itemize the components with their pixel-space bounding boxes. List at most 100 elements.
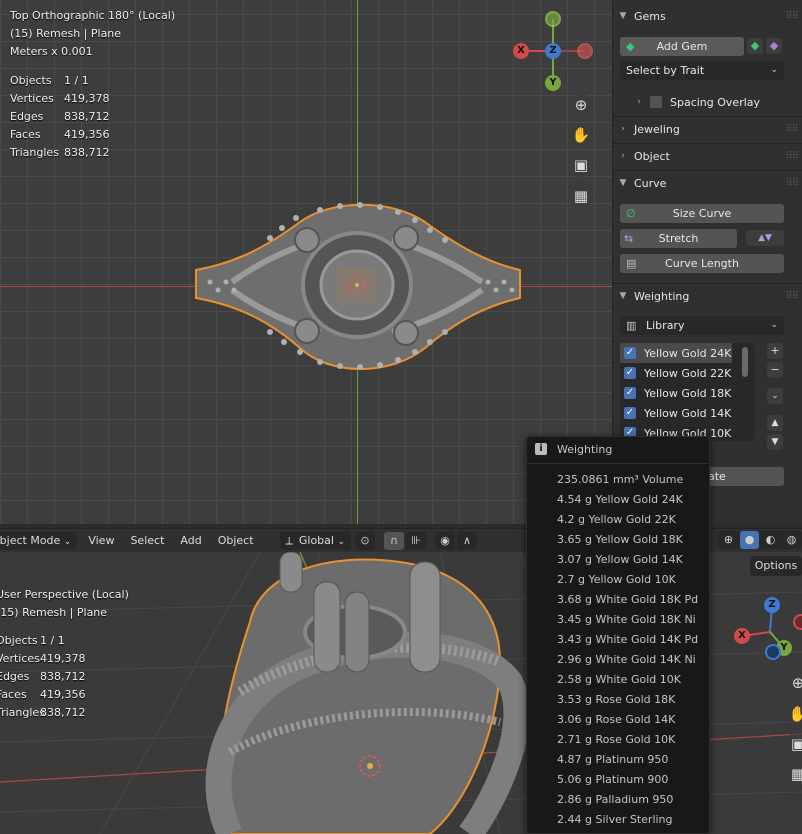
material-name: Yellow Gold 18K xyxy=(644,386,732,400)
rendered-shading-icon[interactable]: ◍ xyxy=(782,531,801,549)
weighting-panel-header[interactable]: ▼ Weighting ⠿⠿ xyxy=(616,283,799,309)
chevron-down-icon: ⌄ xyxy=(770,320,778,330)
stats-overlay: Objects 1 / 1 Vertices 419,378 Edges 838,71… xyxy=(10,72,110,162)
circle-slash-icon: ∅ xyxy=(626,207,636,220)
material-shading-icon[interactable]: ◐ xyxy=(761,531,780,549)
stretch-arrows-icon: ⇆ xyxy=(624,232,634,245)
menu-object[interactable]: Object xyxy=(210,529,262,553)
gems-panel-header[interactable]: ▼ Gems ⠿⠿ xyxy=(616,3,799,29)
pivot-point-icon[interactable]: ⊙ xyxy=(355,531,375,550)
snap-magnet-icon[interactable]: ∩ xyxy=(384,531,404,550)
stat-row: Edges 838,712 xyxy=(0,668,86,686)
curve-length-button[interactable]: ▤ Curve Length xyxy=(620,254,784,273)
list-item[interactable]: ✓ Yellow Gold 22K xyxy=(620,363,754,383)
spacing-overlay-checkbox[interactable] xyxy=(650,96,662,108)
stretch-direction-icon[interactable]: ▲▼ xyxy=(746,230,784,246)
checkbox-icon[interactable]: ✓ xyxy=(624,347,636,359)
checkbox-icon[interactable]: ✓ xyxy=(624,387,636,399)
ruler-icon: ▤ xyxy=(626,257,637,270)
snap-increment-icon[interactable]: ⊪ xyxy=(406,531,426,550)
stat-row: Vertices 419,378 xyxy=(10,90,110,108)
mode-dropdown[interactable]: Object Mode ⌄ xyxy=(0,531,78,550)
stat-value: 838,712 xyxy=(64,146,110,159)
gizmo-y-ball[interactable]: Y xyxy=(545,75,561,91)
camera-icon[interactable]: ▣ xyxy=(569,153,593,177)
material-name: Yellow Gold 22K xyxy=(644,366,732,380)
size-curve-button[interactable]: ∅ Size Curve xyxy=(620,204,784,223)
library-dropdown[interactable]: ▥ Library ⌄ xyxy=(620,316,784,335)
stat-row: Objects 1 / 1 xyxy=(10,72,110,90)
gem-green-icon[interactable]: ◆ xyxy=(747,38,763,54)
weight-row: 2.86 g Palladium 950 xyxy=(557,793,674,806)
spacing-overlay-subheader[interactable]: › Spacing Overlay xyxy=(632,89,802,115)
options-button[interactable]: Options xyxy=(750,556,802,576)
checkbox-icon[interactable]: ✓ xyxy=(624,407,636,419)
drag-grip-icon[interactable]: ⠿⠿ xyxy=(785,291,799,302)
stat-value: 419,356 xyxy=(40,688,86,701)
add-gem-button[interactable]: ◆ Add Gem xyxy=(620,37,744,56)
gizmo-x-negative[interactable] xyxy=(577,43,593,59)
gizmo-z-ball[interactable]: Z xyxy=(545,43,561,59)
drag-grip-icon[interactable]: ⠿⠿ xyxy=(785,178,799,189)
stretch-button[interactable]: ⇆ Stretch xyxy=(620,229,737,248)
stat-label: Objects xyxy=(0,634,38,647)
top-viewport[interactable]: Top Orthographic 180° (Local) (15) Remes… xyxy=(0,0,612,524)
move-down-icon[interactable]: ▼ xyxy=(767,434,783,450)
hand-pan-icon[interactable]: ✋ xyxy=(786,702,802,726)
hand-pan-icon[interactable]: ✋ xyxy=(569,123,593,147)
add-gem-label: Add Gem xyxy=(656,40,708,53)
stat-value: 1 / 1 xyxy=(64,74,89,87)
orientation-dropdown[interactable]: ⟂ Global ⌄ xyxy=(279,531,351,550)
gizmo-x-ball[interactable]: X xyxy=(513,43,529,59)
weight-row: 5.06 g Platinum 900 xyxy=(557,773,669,786)
gizmo-z-ball[interactable]: Z xyxy=(764,597,780,613)
chevron-down-icon[interactable]: ⌄ xyxy=(767,388,783,404)
falloff-curve-icon[interactable]: ∧ xyxy=(457,531,477,550)
checkbox-icon[interactable]: ✓ xyxy=(624,367,636,379)
proportional-edit-icon[interactable]: ◉ xyxy=(435,531,455,550)
select-by-trait-dropdown[interactable]: Select by Trait ⌄ xyxy=(620,61,784,80)
panel-title: Object xyxy=(634,149,670,163)
spacing-overlay-label: Spacing Overlay xyxy=(670,95,761,109)
drag-grip-icon[interactable]: ⠿⠿ xyxy=(785,124,799,135)
orientation-label: Global xyxy=(298,533,334,547)
drag-grip-icon[interactable]: ⠿⠿ xyxy=(785,151,799,162)
gizmo-z-negative[interactable] xyxy=(765,644,781,660)
object-panel-header[interactable]: › Object ⠿⠿ xyxy=(616,143,799,169)
zoom-icon[interactable]: ⊕ xyxy=(569,93,593,117)
gizmo-y-negative[interactable] xyxy=(545,11,561,27)
list-scrollbar[interactable] xyxy=(742,347,748,377)
menu-select[interactable]: Select xyxy=(122,529,172,553)
panel-title: Jeweling xyxy=(634,122,680,136)
calculate-button[interactable]: ate xyxy=(700,467,784,486)
menu-add[interactable]: Add xyxy=(172,529,209,553)
wireframe-shading-icon[interactable]: ⊕ xyxy=(719,531,738,549)
popup-header: i Weighting xyxy=(527,437,709,461)
weight-row: 2.58 g White Gold 10K xyxy=(557,673,681,686)
grid-icon[interactable]: ▦ xyxy=(569,184,593,208)
list-item[interactable]: ✓ Yellow Gold 24K xyxy=(620,343,732,363)
remove-item-icon[interactable]: − xyxy=(767,362,783,378)
transform-orientation-icon: ⟂ xyxy=(285,533,293,547)
list-item[interactable]: ✓ Yellow Gold 14K xyxy=(620,403,754,423)
solid-shading-icon[interactable]: ● xyxy=(740,531,759,549)
move-up-icon[interactable]: ▲ xyxy=(767,415,783,431)
gizmo-x-ball[interactable]: X xyxy=(734,628,750,644)
add-item-icon[interactable]: + xyxy=(767,343,783,359)
jeweling-panel-header[interactable]: › Jeweling ⠿⠿ xyxy=(616,116,799,142)
dropdown-label: Library xyxy=(646,319,685,332)
stat-label: Vertices xyxy=(0,652,40,665)
curve-panel-header[interactable]: ▼ Curve ⠿⠿ xyxy=(616,170,799,196)
gizmo-x-negative[interactable] xyxy=(793,614,802,630)
view-name-label: User Perspective (Local) xyxy=(0,588,129,601)
drag-grip-icon[interactable]: ⠿⠿ xyxy=(785,11,799,22)
menu-view[interactable]: View xyxy=(80,529,122,553)
info-icon: i xyxy=(535,443,547,455)
list-item[interactable]: ✓ Yellow Gold 18K xyxy=(620,383,754,403)
material-list[interactable]: ✓ Yellow Gold 24K ✓ Yellow Gold 22K ✓ Yello… xyxy=(620,343,754,441)
chevron-down-icon: ⌄ xyxy=(337,536,345,547)
chevron-down-icon: ⌄ xyxy=(63,536,72,547)
object-line-label: (15) Remesh | Plane xyxy=(10,27,122,40)
weight-row: 4.87 g Platinum 950 xyxy=(557,753,669,766)
gem-purple-icon[interactable]: ◆ xyxy=(766,38,782,54)
